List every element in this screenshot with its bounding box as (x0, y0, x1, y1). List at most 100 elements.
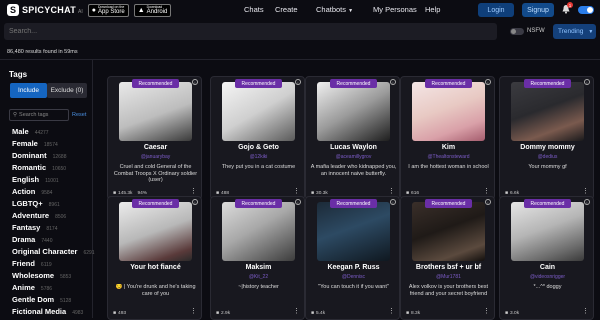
more-options-icon[interactable]: ⋮ (388, 307, 395, 315)
tag-item[interactable]: Gentle Dom 5128 (12, 295, 71, 304)
character-name: Maksim (245, 264, 272, 271)
tag-count: 18574 (43, 142, 58, 148)
android-button[interactable]: ▲ Download Android (133, 3, 172, 17)
login-button[interactable]: Login (478, 3, 514, 17)
creator-handle[interactable]: @aceamillygrov (306, 154, 401, 160)
tag-item[interactable]: Anime 5786 (12, 283, 52, 292)
tag-name: Wholesome (12, 271, 55, 280)
tag-item[interactable]: Dominant 12688 (12, 151, 67, 160)
tag-count: 10650 (52, 166, 67, 172)
character-card[interactable]: Recommended i Dommy mommy @dedius Your m… (499, 76, 594, 200)
character-card[interactable]: Recommended i Cain @videosnrigger *...^*… (499, 196, 594, 320)
character-description: "You can touch it if you want" (318, 284, 389, 290)
reset-link[interactable]: Reset (72, 112, 86, 118)
tag-item[interactable]: Drama 7440 (12, 235, 52, 244)
character-card[interactable]: Recommended i Brothers bsf + ur bf @Mur1… (400, 196, 495, 320)
creator-handle[interactable]: @Mur1781 (401, 274, 496, 280)
info-icon[interactable]: i (485, 79, 491, 85)
character-avatar (317, 202, 390, 261)
info-icon[interactable]: i (485, 199, 491, 205)
more-options-icon[interactable]: ⋮ (190, 187, 197, 195)
sort-dropdown[interactable]: Trending ▼ (553, 24, 596, 39)
app-store-button[interactable]: ● Download on the App Store (87, 3, 129, 17)
nav-chatbots-label: Chatbots (316, 5, 347, 14)
more-options-icon[interactable]: ⋮ (190, 307, 197, 315)
tag-item[interactable]: Fictional Media 4983 (12, 307, 83, 316)
recommended-badge: Recommended (524, 79, 571, 88)
creator-handle[interactable]: @januarybay (108, 154, 203, 160)
info-icon[interactable]: i (295, 199, 301, 205)
info-icon[interactable]: i (584, 79, 590, 85)
tag-item[interactable]: Adventure 8506 (12, 211, 66, 220)
tag-item[interactable]: English 11001 (12, 175, 59, 184)
character-card[interactable]: Recommended i Lucas Waylon @aceamillygro… (305, 76, 400, 200)
tag-item[interactable]: Action 9584 (12, 187, 52, 196)
tag-name: Friend (12, 259, 35, 268)
recommended-badge: Recommended (330, 199, 377, 208)
info-icon[interactable]: i (192, 199, 198, 205)
more-options-icon[interactable]: ⋮ (483, 307, 490, 315)
tag-item[interactable]: Male 44277 (12, 127, 49, 136)
info-icon[interactable]: i (192, 79, 198, 85)
creator-handle[interactable]: @Dennisc (306, 274, 401, 280)
search-input[interactable] (4, 23, 497, 40)
tag-item[interactable]: Female 18574 (12, 139, 58, 148)
include-tab[interactable]: Include (10, 83, 47, 98)
creator-handle[interactable]: @Thealtonsteward (401, 154, 496, 160)
character-description: 😏 | You're drunk and he's taking care of… (115, 284, 196, 297)
more-options-icon[interactable]: ⋮ (582, 187, 589, 195)
character-card[interactable]: Recommended i Maksim @Kit_22 ~|history t… (210, 196, 305, 320)
character-card[interactable]: Recommended i Your hot fiancé 😏 | You're… (107, 196, 202, 320)
more-options-icon[interactable]: ⋮ (483, 187, 490, 195)
tag-item[interactable]: Original Character 6291 (12, 247, 95, 256)
nav-my-personas[interactable]: My Personas (373, 5, 417, 14)
character-card[interactable]: Recommended i Gojo & Geto @12kiki They p… (210, 76, 305, 200)
more-options-icon[interactable]: ⋮ (293, 307, 300, 315)
tag-item[interactable]: Fantasy 8174 (12, 223, 57, 232)
creator-handle[interactable]: @dedius (500, 154, 595, 160)
tag-item[interactable]: Friend 6119 (12, 259, 52, 268)
info-icon[interactable]: i (584, 199, 590, 205)
tag-count: 6119 (40, 262, 52, 268)
info-icon[interactable]: i (390, 199, 396, 205)
character-description: Cruel and cold General of the Combat Tro… (113, 164, 198, 183)
character-card[interactable]: Recommended i Kim @Thealtonsteward I am … (400, 76, 495, 200)
creator-handle[interactable]: @Kit_22 (211, 274, 306, 280)
character-avatar (222, 202, 295, 261)
info-icon[interactable]: i (390, 79, 396, 85)
nsfw-toggle[interactable] (510, 28, 524, 35)
recommended-badge: Recommended (132, 199, 179, 208)
tag-search-input[interactable]: ⚲ Search tags (9, 109, 69, 121)
nav-create[interactable]: Create (275, 5, 298, 14)
nav-help[interactable]: Help (425, 5, 440, 14)
character-card[interactable]: Recommended i Keegan P. Russ @Dennisc "Y… (305, 196, 400, 320)
tag-search-placeholder: Search tags (19, 112, 49, 118)
exclude-tab[interactable]: Exclude (0) (47, 83, 87, 98)
recommended-badge: Recommended (425, 79, 472, 88)
theme-toggle[interactable] (578, 6, 594, 14)
sort-label: Trending (558, 28, 584, 35)
tag-name: Fictional Media (12, 307, 67, 316)
character-card[interactable]: Recommended i Caesar @januarybay Cruel a… (107, 76, 202, 200)
tag-count: 6291 (83, 250, 95, 256)
more-options-icon[interactable]: ⋮ (293, 187, 300, 195)
chat-icon: ■ (113, 310, 117, 316)
more-options-icon[interactable]: ⋮ (388, 187, 395, 195)
character-avatar (511, 202, 584, 261)
tag-item[interactable]: Romantic 10650 (12, 163, 66, 172)
creator-handle[interactable]: @12kiki (211, 154, 306, 160)
tag-item[interactable]: Wholesome 5853 (12, 271, 71, 280)
tag-item[interactable]: LGBTQ+ 8961 (12, 199, 60, 208)
tag-count: 8506 (55, 214, 67, 220)
card-stats: ■ 5.4k (311, 310, 325, 316)
more-options-icon[interactable]: ⋮ (582, 307, 589, 315)
nav-chatbots[interactable]: Chatbots ▼ (316, 5, 353, 14)
logo-icon: S (7, 4, 19, 16)
info-icon[interactable]: i (295, 79, 301, 85)
tag-name: Female (12, 139, 38, 148)
signup-button[interactable]: Signup (522, 3, 554, 17)
logo[interactable]: S SPICYCHAT AI (7, 4, 83, 16)
nav-chats[interactable]: Chats (244, 5, 264, 14)
creator-handle[interactable]: @videosnrigger (500, 274, 595, 280)
character-description: Your mommy gf (528, 164, 567, 170)
